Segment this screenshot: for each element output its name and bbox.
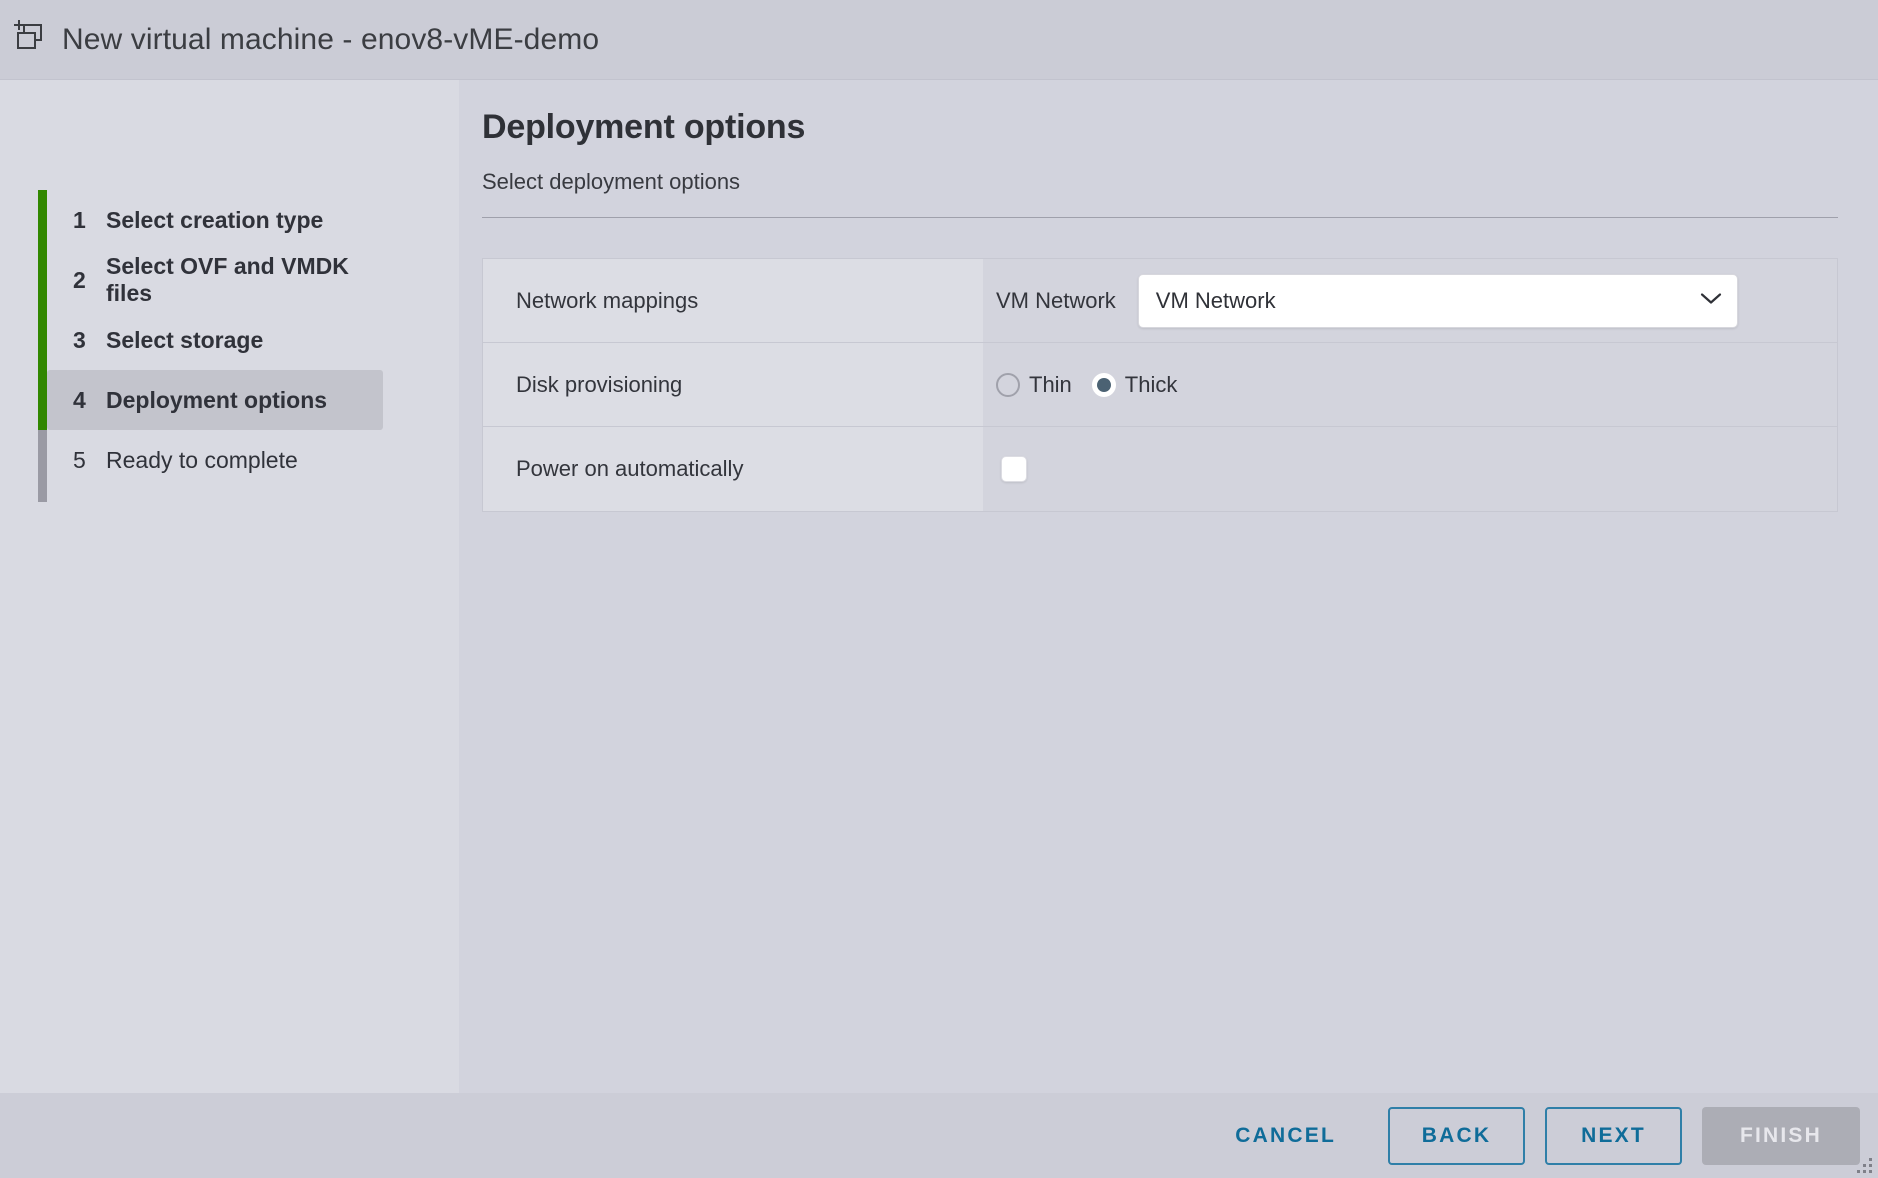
table-row-network-mappings: Network mappings VM Network VM Network [483, 259, 1837, 343]
radio-circle-thin[interactable] [996, 373, 1020, 397]
new-virtual-machine-dialog: New virtual machine - enov8-vME-demo 1 S… [0, 0, 1878, 1178]
sidebar-step-select-storage[interactable]: 3 Select storage [47, 310, 383, 370]
radio-option-thick[interactable]: Thick [1092, 372, 1178, 398]
row-value-disk-provisioning: Thin Thick [983, 343, 1837, 426]
step-label: Ready to complete [106, 447, 298, 474]
dialog-titlebar: New virtual machine - enov8-vME-demo [0, 0, 1878, 80]
radio-circle-thick[interactable] [1092, 373, 1116, 397]
wizard-sidebar: 1 Select creation type 2 Select OVF and … [0, 80, 459, 1093]
step-number: 5 [73, 447, 106, 474]
radio-label-thin: Thin [1029, 372, 1072, 398]
step-number: 1 [73, 207, 106, 234]
next-button[interactable]: NEXT [1545, 1107, 1682, 1165]
table-row-disk-provisioning: Disk provisioning Thin Thick [483, 343, 1837, 427]
deployment-options-table: Network mappings VM Network VM Network [482, 258, 1838, 512]
step-label: Select creation type [106, 207, 323, 234]
step-label: Select OVF and VMDK files [106, 253, 383, 307]
cancel-button[interactable]: CANCEL [1211, 1111, 1360, 1161]
row-value-power-on-automatically [983, 427, 1837, 511]
step-label: Select storage [106, 327, 263, 354]
network-name-label: VM Network [996, 288, 1116, 314]
dialog-title: New virtual machine - enov8-vME-demo [62, 23, 599, 57]
network-select[interactable]: VM Network [1138, 274, 1738, 328]
disk-provisioning-radio-group: Thin Thick [996, 372, 1197, 398]
page-title: Deployment options [482, 108, 1838, 147]
radio-option-thin[interactable]: Thin [996, 372, 1072, 398]
dialog-body: 1 Select creation type 2 Select OVF and … [0, 80, 1878, 1093]
page-subtitle: Select deployment options [482, 169, 1838, 195]
resize-grip-icon[interactable] [1854, 1155, 1872, 1173]
back-button[interactable]: BACK [1388, 1107, 1525, 1165]
row-label-disk-provisioning: Disk provisioning [483, 343, 983, 426]
row-label-power-on-automatically: Power on automatically [483, 427, 983, 511]
dialog-footer: CANCEL BACK NEXT FINISH [0, 1093, 1878, 1178]
step-number: 3 [73, 327, 106, 354]
step-number: 4 [73, 387, 106, 414]
finish-button: FINISH [1702, 1107, 1860, 1165]
wizard-main-panel: Deployment options Select deployment opt… [459, 80, 1878, 1093]
network-select-wrapper: VM Network [1138, 274, 1738, 328]
table-row-power-on-automatically: Power on automatically [483, 427, 1837, 511]
power-on-checkbox[interactable] [1001, 456, 1027, 482]
radio-label-thick: Thick [1125, 372, 1178, 398]
row-label-network-mappings: Network mappings [483, 259, 983, 342]
sidebar-step-deployment-options[interactable]: 4 Deployment options [47, 370, 383, 430]
row-value-network-mappings: VM Network VM Network [983, 259, 1837, 342]
step-label: Deployment options [106, 387, 327, 414]
sidebar-step-ready-to-complete[interactable]: 5 Ready to complete [47, 430, 383, 490]
header-divider [482, 217, 1838, 218]
new-virtual-machine-icon [8, 17, 54, 63]
sidebar-step-select-ovf-and-vmdk-files[interactable]: 2 Select OVF and VMDK files [47, 250, 383, 310]
wizard-step-list: 1 Select creation type 2 Select OVF and … [0, 190, 459, 490]
step-number: 2 [73, 267, 106, 294]
sidebar-step-select-creation-type[interactable]: 1 Select creation type [47, 190, 383, 250]
